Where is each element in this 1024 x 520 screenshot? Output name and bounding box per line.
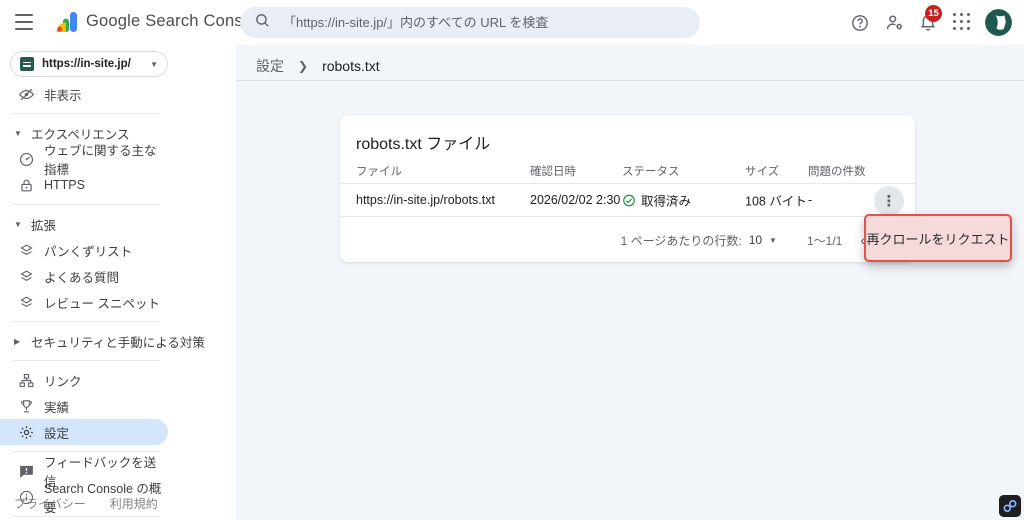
sidebar-item-review-snippets[interactable]: レビュー スニペット	[0, 289, 168, 315]
url-inspection-searchbar[interactable]	[240, 7, 700, 38]
cell-issues: -	[808, 193, 812, 207]
sidebar-section-security[interactable]: ▶ セキュリティと手動による対策	[0, 328, 236, 354]
divider	[12, 360, 160, 361]
cell-file-url: https://in-site.jp/robots.txt	[356, 193, 495, 207]
sidebar-item-hidden[interactable]: 非表示	[0, 81, 168, 107]
sidebar-item-label: 実績	[44, 397, 69, 416]
chevron-down-icon: ▼	[150, 60, 158, 69]
rows-per-page-value[interactable]: 10	[749, 233, 762, 247]
sidebar: https://in-site.jp/ ▼ 非表示 ▼ エクスペリエンス ウェブ…	[0, 45, 236, 520]
chevron-down-icon[interactable]: ▼	[769, 236, 777, 245]
sidebar-item-label: HTTPS	[44, 178, 85, 192]
column-header-file: ファイル	[356, 163, 402, 179]
sidebar-item-label: ウェブに関する主な指標	[44, 140, 168, 178]
link-extension-icon[interactable]	[999, 495, 1021, 517]
request-recrawl-menu-item[interactable]: 再クロールをリクエスト	[864, 214, 1012, 262]
notification-count-badge: 15	[925, 5, 942, 22]
sidebar-item-label: 非表示	[44, 85, 82, 104]
sidebar-section-enhancements[interactable]: ▼ 拡張	[0, 211, 236, 237]
sidebar-footer: プライバシー 利用規約	[14, 495, 158, 512]
search-console-logo-icon[interactable]	[55, 10, 79, 34]
divider	[12, 113, 160, 114]
pagination-range: 1〜1/1	[807, 232, 842, 249]
sidebar-section-label: セキュリティと手動による対策	[31, 332, 205, 351]
divider	[236, 80, 1024, 81]
cell-status: 取得済み	[622, 191, 691, 210]
sidebar-item-label: よくある質問	[44, 267, 119, 286]
sidebar-section-label: 拡張	[31, 215, 56, 234]
robots-txt-card: robots.txt ファイル ファイル 確認日時 ステータス サイズ 問題の件…	[340, 115, 915, 262]
sidebar-item-core-web-vitals[interactable]: ウェブに関する主な指標	[0, 146, 168, 172]
lock-icon	[18, 177, 35, 194]
rows-per-page-label: 1 ページあたりの行数:	[621, 232, 742, 249]
sidebar-item-breadcrumbs[interactable]: パンくずリスト	[0, 237, 168, 263]
dots-vertical-icon: ⋮	[882, 192, 897, 210]
row-overflow-menu-button[interactable]: ⋮	[874, 186, 904, 216]
triangle-down-icon: ▼	[14, 129, 24, 138]
divider	[12, 516, 160, 517]
sidebar-item-settings[interactable]: 設定	[0, 419, 168, 445]
table-header-row: ファイル 確認日時 ステータス サイズ 問題の件数	[340, 159, 915, 182]
property-selector[interactable]: https://in-site.jp/ ▼	[10, 51, 168, 77]
org-chart-icon	[18, 372, 35, 389]
divider	[12, 204, 160, 205]
hamburger-menu-icon[interactable]	[15, 14, 33, 30]
help-icon[interactable]	[849, 12, 871, 34]
breadcrumb-settings-link[interactable]: 設定	[256, 56, 284, 76]
eye-off-icon	[18, 86, 35, 103]
breadcrumb-current: robots.txt	[322, 58, 380, 74]
user-settings-icon[interactable]	[883, 12, 905, 34]
url-inspection-input[interactable]	[283, 15, 663, 30]
column-header-issues: 問題の件数	[808, 163, 866, 179]
speedometer-icon	[18, 151, 35, 168]
sidebar-item-achievements[interactable]: 実績	[0, 393, 168, 419]
trophy-icon	[18, 398, 35, 415]
sidebar-item-label: 設定	[44, 423, 69, 442]
main-content: 設定 ❯ robots.txt robots.txt ファイル ファイル 確認日…	[236, 45, 1024, 520]
notifications-icon[interactable]: 15	[917, 12, 939, 34]
divider	[12, 321, 160, 322]
breadcrumb: 設定 ❯ robots.txt	[256, 53, 380, 79]
layers-icon	[18, 268, 35, 285]
layers-icon	[18, 242, 35, 259]
property-favicon	[20, 57, 34, 71]
sidebar-item-label: パンくずリスト	[44, 241, 132, 260]
property-url: https://in-site.jp/	[42, 58, 142, 70]
feedback-icon	[18, 463, 35, 480]
privacy-link[interactable]: プライバシー	[14, 495, 86, 512]
search-icon	[254, 12, 271, 34]
status-text: 取得済み	[641, 191, 691, 210]
sidebar-item-faq[interactable]: よくある質問	[0, 263, 168, 289]
card-title: robots.txt ファイル	[356, 130, 490, 154]
triangle-right-icon: ▶	[14, 337, 24, 346]
cell-checked-at: 2026/02/02 2:30	[530, 193, 620, 207]
chevron-right-icon: ❯	[298, 59, 308, 73]
check-circle-icon	[622, 193, 636, 207]
google-apps-grid-icon[interactable]	[951, 12, 973, 34]
account-avatar[interactable]	[985, 9, 1012, 36]
request-recrawl-label: 再クロールをリクエスト	[866, 229, 1009, 248]
triangle-down-icon: ▼	[14, 220, 24, 229]
app-title: Google Search Console	[86, 12, 265, 31]
column-header-status: ステータス	[622, 163, 680, 179]
cell-size: 108 バイト	[745, 191, 807, 210]
sidebar-item-label: リンク	[44, 371, 82, 390]
top-header: Google Search Console 15	[0, 0, 1024, 45]
layers-icon	[18, 294, 35, 311]
column-header-size: サイズ	[745, 163, 779, 179]
terms-link[interactable]: 利用規約	[110, 495, 158, 512]
sidebar-item-label: レビュー スニペット	[44, 293, 160, 312]
sidebar-item-links[interactable]: リンク	[0, 367, 168, 393]
column-header-checked: 確認日時	[530, 163, 576, 179]
pagination-bar: 1 ページあたりの行数: 10 ▼ 1〜1/1 ‹	[340, 218, 915, 262]
table-row[interactable]: https://in-site.jp/robots.txt 2026/02/02…	[340, 183, 915, 217]
gear-icon	[18, 424, 35, 441]
